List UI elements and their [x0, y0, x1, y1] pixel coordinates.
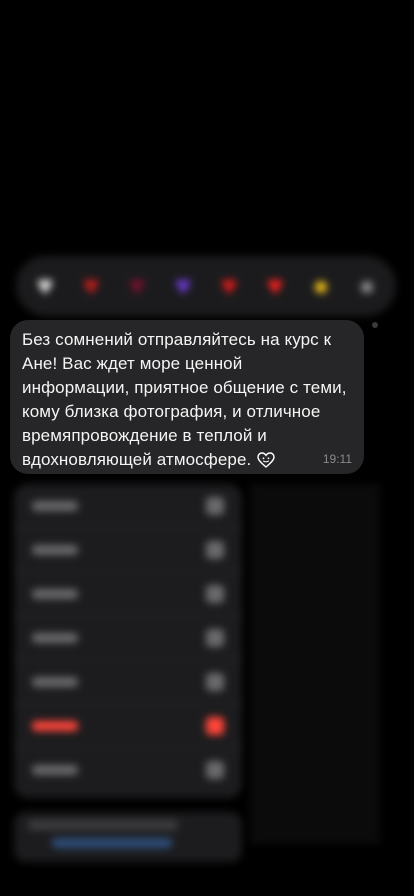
menu-item-label-placeholder — [32, 632, 78, 643]
red-heart-icon[interactable]: ♥ — [259, 270, 291, 302]
background-shade — [250, 484, 380, 844]
red-heart-icon[interactable]: ♥ — [213, 270, 245, 302]
menu-item-label-placeholder — [32, 500, 78, 511]
menu-item-delete[interactable] — [14, 704, 242, 748]
message-text: Без сомнений отправляйтесь на курс к Ане… — [22, 328, 352, 475]
menu-item-label-placeholder — [32, 588, 78, 599]
red-heart-icon[interactable]: ♥ — [75, 270, 107, 302]
message-time: 19:11 — [322, 452, 352, 466]
message-info-card — [14, 812, 242, 862]
info-link-placeholder — [52, 838, 172, 848]
menu-item-label-placeholder — [32, 765, 78, 775]
menu-item-icon — [206, 761, 224, 779]
purple-heart-icon[interactable]: ♥ — [167, 270, 199, 302]
menu-item-label-placeholder — [32, 544, 78, 555]
menu-item-icon — [206, 540, 224, 559]
heart-face-icon — [257, 451, 276, 475]
message-bubble[interactable]: Без сомнений отправляйтесь на курс к Ане… — [10, 320, 364, 474]
menu-item-icon — [206, 716, 224, 735]
menu-item-label-placeholder — [32, 720, 78, 731]
menu-item-pin[interactable] — [14, 616, 242, 660]
menu-item-icon — [206, 584, 224, 603]
yellow-emoji-icon[interactable]: ● — [305, 270, 337, 302]
reaction-bar: ♥ ♥ ♥ ♥ ♥ ♥ ● ● — [16, 256, 396, 316]
menu-item-forward[interactable] — [14, 572, 242, 616]
menu-item-icon — [206, 672, 224, 691]
heart-figure-icon[interactable]: ♥ — [121, 270, 153, 302]
white-heart-icon[interactable]: ♥ — [29, 270, 61, 302]
menu-item-select[interactable] — [14, 748, 242, 792]
menu-item-icon — [206, 628, 224, 647]
info-placeholder-line — [28, 820, 178, 830]
menu-item-label-placeholder — [32, 676, 78, 687]
context-menu — [14, 484, 242, 798]
bubble-indicator — [372, 322, 378, 328]
menu-item-report[interactable] — [14, 660, 242, 704]
menu-item-icon — [206, 496, 224, 515]
menu-item-reply[interactable] — [14, 484, 242, 528]
menu-item-copy[interactable] — [14, 528, 242, 572]
add-reaction-icon[interactable]: ● — [351, 270, 383, 302]
